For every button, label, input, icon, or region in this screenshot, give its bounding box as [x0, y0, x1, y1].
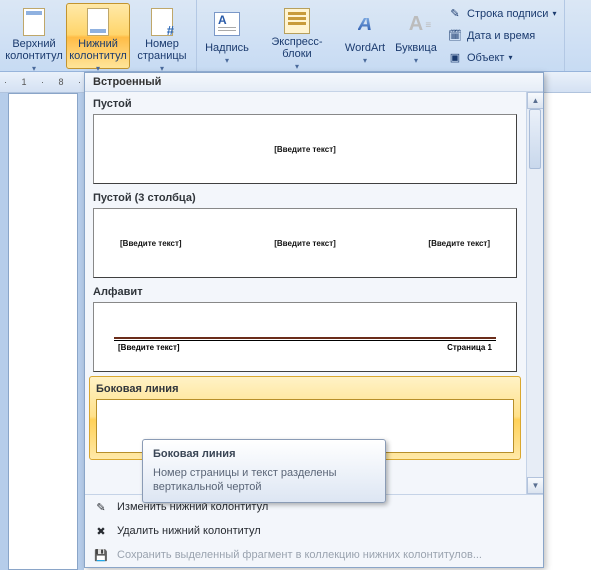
textbox-icon — [211, 8, 243, 40]
ribbon: Верхнийколонтитул ▾ Нижнийколонтитул ▾ Н… — [0, 0, 591, 72]
tooltip: Боковая линия Номер страницы и текст раз… — [142, 439, 386, 503]
gallery-item-empty[interactable]: Пустой [Введите текст] — [85, 92, 525, 186]
dropcap-button[interactable]: A Буквица ▾ — [391, 3, 441, 69]
header-icon — [18, 8, 50, 36]
object-button[interactable]: ▣ Объект ▾ — [445, 48, 558, 68]
placeholder-text: [Введите текст] — [118, 343, 180, 352]
save-icon: 💾 — [93, 547, 109, 563]
wordart-icon: A — [349, 8, 381, 40]
dropdown-arrow-icon: ▾ — [552, 9, 556, 18]
delete-icon: ✖ — [93, 523, 109, 539]
header-label: Верхнийколонтитул — [5, 38, 63, 62]
header-button[interactable]: Верхнийколонтитул ▾ — [2, 3, 66, 69]
scrollbar[interactable]: ▲ ▼ — [526, 92, 543, 494]
footer-icon — [82, 8, 114, 36]
gallery-item-preview: [Введите текст] [Введите текст] [Введите… — [93, 208, 517, 278]
dropcap-label: Буквица — [395, 42, 437, 54]
page-number-label: Номерстраницы — [137, 38, 186, 62]
signature-line-button[interactable]: ✎ Строка подписи ▾ — [445, 4, 558, 24]
signature-icon: ✎ — [447, 6, 463, 22]
gallery-item-three-col[interactable]: Пустой (3 столбца) [Введите текст] [Введ… — [85, 186, 525, 280]
document-background — [0, 93, 84, 570]
gallery-item-title: Боковая линия — [96, 381, 514, 399]
scroll-up-button[interactable]: ▲ — [527, 92, 543, 109]
dropdown-arrow-icon: ▾ — [508, 53, 512, 62]
menuitem-label: Сохранить выделенный фрагмент в коллекци… — [117, 549, 482, 561]
group-insert-side: ✎ Строка подписи ▾ 🗓 Дата и время ▣ Объе… — [441, 2, 562, 70]
dropdown-arrow-icon: ▾ — [414, 55, 418, 67]
dropdown-arrow-icon: ▾ — [225, 55, 229, 67]
gallery-item-title: Пустой (3 столбца) — [93, 190, 517, 208]
footer-button[interactable]: Нижнийколонтитул ▾ — [66, 3, 130, 69]
wordart-button[interactable]: A WordArt ▾ — [339, 3, 391, 69]
page-indicator: Страница 1 — [447, 343, 492, 352]
quickparts-button[interactable]: Экспресс-блоки ▾ — [255, 3, 339, 69]
scroll-thumb[interactable] — [529, 109, 541, 169]
document-page — [8, 93, 78, 570]
page-number-icon — [146, 8, 178, 36]
menuitem-label: Удалить нижний колонтитул — [117, 525, 261, 537]
gallery-item-alphabet[interactable]: Алфавит [Введите текст] Страница 1 — [85, 280, 525, 374]
signature-label: Строка подписи — [467, 8, 548, 20]
object-icon: ▣ — [447, 50, 463, 66]
wordart-label: WordArt — [345, 42, 385, 54]
placeholder-text: [Введите текст] — [274, 239, 336, 248]
gallery-header: Встроенный — [85, 73, 543, 92]
datetime-button[interactable]: 🗓 Дата и время — [445, 26, 558, 46]
gallery-item-preview: [Введите текст] — [93, 114, 517, 184]
gallery-item-title: Алфавит — [93, 284, 517, 302]
gallery-item-preview: [Введите текст] Страница 1 — [93, 302, 517, 372]
tooltip-title: Боковая линия — [153, 448, 375, 460]
datetime-icon: 🗓 — [447, 28, 463, 44]
page-number-button[interactable]: Номерстраницы ▾ — [130, 3, 194, 69]
gallery-scroll: Пустой [Введите текст] Пустой (3 столбца… — [85, 92, 543, 494]
edit-icon: ✎ — [93, 499, 109, 515]
object-label: Объект — [467, 52, 504, 64]
dropcap-icon: A — [400, 8, 432, 40]
group-header-footer: Верхнийколонтитул ▾ Нижнийколонтитул ▾ Н… — [0, 0, 197, 71]
placeholder-text: [Введите текст] — [120, 239, 182, 248]
save-selection-menuitem: 💾 Сохранить выделенный фрагмент в коллек… — [85, 543, 543, 567]
delete-footer-menuitem[interactable]: ✖ Удалить нижний колонтитул — [85, 519, 543, 543]
textbox-label: Надпись — [205, 42, 249, 54]
dropdown-arrow-icon: ▾ — [363, 55, 367, 67]
placeholder-text: [Введите текст] — [428, 239, 490, 248]
datetime-label: Дата и время — [467, 30, 535, 42]
gallery-footer-menu: ✎ Изменить нижний колонтитул ✖ Удалить н… — [85, 494, 543, 567]
quickparts-icon — [281, 8, 313, 34]
footer-label: Нижнийколонтитул — [69, 38, 127, 62]
scroll-down-button[interactable]: ▼ — [527, 477, 543, 494]
group-text: Надпись ▾ Экспресс-блоки ▾ A WordArt ▾ A… — [197, 0, 565, 71]
dropdown-arrow-icon: ▾ — [295, 61, 299, 73]
dropdown-arrow-icon: ▾ — [32, 63, 36, 75]
gallery-item-title: Пустой — [93, 96, 517, 114]
tooltip-body: Номер страницы и текст разделены вертика… — [153, 466, 375, 494]
quickparts-label: Экспресс-блоки — [258, 36, 336, 60]
placeholder-text: [Введите текст] — [274, 145, 336, 154]
textbox-button[interactable]: Надпись ▾ — [199, 3, 255, 69]
